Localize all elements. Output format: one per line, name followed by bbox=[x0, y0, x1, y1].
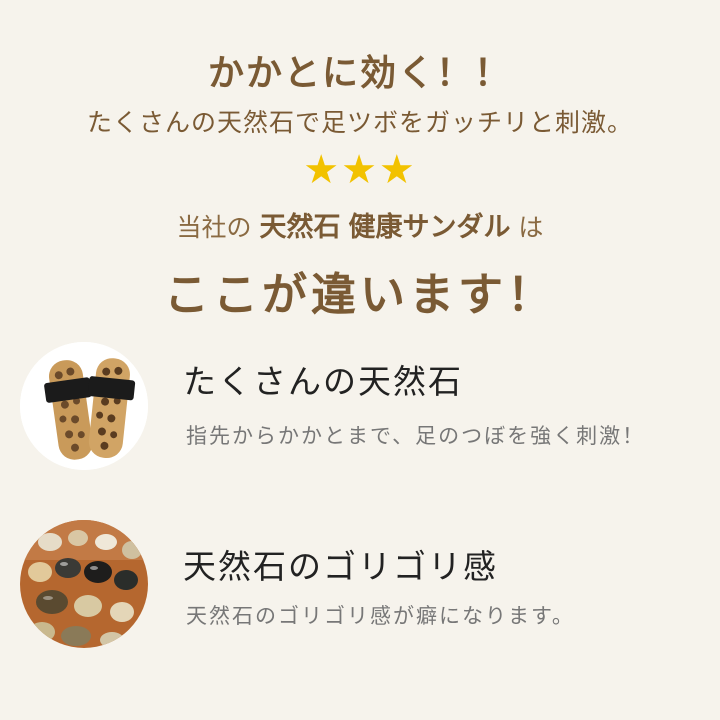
sandal-illustration bbox=[20, 342, 148, 470]
feature-title-texture: 天然石のゴリゴリ感 bbox=[183, 547, 498, 586]
sandal-photo bbox=[20, 342, 148, 470]
stones-closeup-photo bbox=[20, 520, 148, 648]
stones-illustration bbox=[20, 520, 148, 648]
product-stone: 天然石 bbox=[259, 212, 341, 243]
feature-title-stones: たくさんの天然石 bbox=[183, 362, 463, 401]
company-prefix: 当社の bbox=[176, 213, 252, 242]
company-line: 当社の 天然石 健康サンダル は bbox=[0, 205, 720, 244]
product-sandal: 健康サンダル bbox=[348, 212, 511, 243]
company-suffix: は bbox=[518, 213, 544, 242]
subline: たくさんの天然石で足ツボをガッチリと刺激。 bbox=[86, 108, 633, 137]
rating-stars: ★★★ bbox=[303, 147, 417, 193]
difference-heading: ここが違います！ bbox=[163, 268, 556, 321]
feature-desc-texture: 天然石のゴリゴリ感が癖になります。 bbox=[186, 604, 575, 628]
feature-desc-stones: 指先からかかとまで、足のつぼを強く刺激！ bbox=[186, 424, 646, 448]
headline: かかとに効く！！ bbox=[207, 52, 512, 94]
